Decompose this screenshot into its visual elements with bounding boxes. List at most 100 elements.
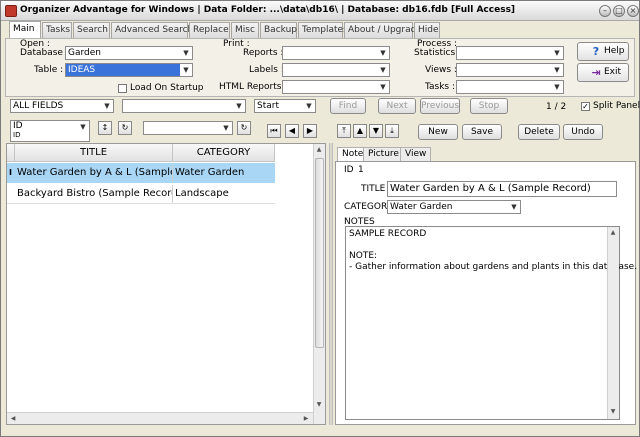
chevron-down-icon: ▼ — [554, 66, 560, 74]
tab-about-upgrade[interactable]: About / Upgrade — [344, 22, 422, 38]
tab-search[interactable]: Search — [73, 22, 110, 38]
new-button[interactable]: New — [418, 124, 458, 140]
filter-select[interactable]: ▼ — [143, 121, 233, 135]
chevron-down-icon: ▼ — [554, 49, 560, 57]
table-row[interactable]: I Water Garden by A & L (Sample Record) … — [7, 163, 275, 183]
statistics-label: Statistics : — [414, 48, 462, 58]
grid-cell-category: Landscape — [175, 188, 229, 199]
exit-button[interactable]: ⇥ Exit — [577, 63, 629, 82]
scroll-thumb[interactable] — [315, 158, 324, 348]
scroll-left-icon[interactable]: ◀ — [8, 414, 18, 424]
reports-select[interactable]: ▼ — [282, 46, 390, 60]
tab-picture[interactable]: Picture — [363, 147, 404, 161]
exit-icon: ⇥ — [591, 66, 601, 79]
move-top-icon[interactable]: ⤒ — [337, 124, 351, 138]
filter-refresh-icon[interactable]: ↻ — [237, 121, 251, 135]
title-bar: Organizer Advantage for Windows | Data F… — [1, 1, 639, 21]
labels-label: Labels : — [249, 65, 284, 75]
tab-backup[interactable]: Backup — [260, 22, 297, 38]
search-mode-select[interactable]: Start ▼ — [254, 99, 316, 113]
tab-advanced-search[interactable]: Advanced Search — [111, 22, 193, 38]
statistics-select[interactable]: ▼ — [456, 46, 564, 60]
close-icon[interactable]: × — [627, 5, 639, 17]
scroll-up-icon[interactable]: ▲ — [608, 228, 618, 238]
labels-select[interactable]: ▼ — [282, 63, 390, 77]
sort-direction-icon[interactable]: ↕ — [98, 121, 112, 135]
category-value: Water Garden — [390, 202, 453, 212]
id-label: ID — [344, 165, 354, 175]
category-select[interactable]: Water Garden ▼ — [387, 200, 521, 214]
title-input[interactable]: Water Garden by A & L (Sample Record) — [387, 181, 617, 197]
views-label: Views : — [425, 65, 457, 75]
database-value: Garden — [68, 48, 101, 58]
stop-button[interactable]: Stop — [470, 98, 508, 114]
find-button[interactable]: Find — [330, 98, 366, 114]
tab-tasks[interactable]: Tasks — [42, 22, 72, 38]
grid-header-category[interactable]: CATEGORY — [173, 144, 275, 162]
chevron-down-icon: ▼ — [104, 102, 110, 110]
main-toolbox: Open : Database : Garden ▼ Table : IDEAS… — [5, 38, 635, 97]
help-icon: ? — [592, 45, 600, 58]
table-select[interactable]: IDEAS ▼ — [65, 63, 193, 77]
html-reports-label: HTML Reports : — [219, 82, 288, 92]
tab-replace[interactable]: Replace — [189, 22, 230, 38]
tasks-select[interactable]: ▼ — [456, 80, 564, 94]
delete-button[interactable]: Delete — [518, 124, 560, 140]
tab-misc[interactable]: Misc — [231, 22, 259, 38]
grid-indicator-header — [7, 144, 15, 162]
title-field-label: TITLE — [361, 184, 386, 194]
grid-header-title[interactable]: TITLE — [15, 144, 173, 162]
category-field-label: CATEGORY — [344, 202, 393, 212]
tab-hide[interactable]: Hide — [414, 22, 440, 38]
move-bottom-icon[interactable]: ⤓ — [385, 124, 399, 138]
undo-button[interactable]: Undo — [563, 124, 603, 140]
notes-content: SAMPLE RECORD NOTE: - Gather information… — [349, 229, 637, 273]
notes-textarea[interactable]: SAMPLE RECORD NOTE: - Gather information… — [345, 226, 637, 420]
scroll-down-icon[interactable]: ▼ — [608, 407, 618, 417]
grid-cell-category: Water Garden — [175, 167, 245, 178]
panel-splitter[interactable] — [329, 143, 333, 425]
previous-button[interactable]: Previous — [420, 98, 460, 114]
load-on-startup-checkbox[interactable] — [118, 84, 127, 93]
split-panels-checkbox[interactable]: ✓ — [581, 102, 590, 111]
exit-button-label: Exit — [604, 67, 622, 77]
tab-main[interactable]: Main — [9, 21, 41, 38]
views-select[interactable]: ▼ — [456, 63, 564, 77]
chevron-down-icon: ▼ — [380, 83, 386, 91]
prev-record-icon[interactable]: ◀ — [285, 124, 299, 138]
tab-view[interactable]: View — [400, 147, 432, 161]
chevron-down-icon: ▼ — [223, 124, 229, 132]
next-button[interactable]: Next — [378, 98, 416, 114]
grid-vertical-scrollbar[interactable]: ▲ ▼ — [313, 144, 325, 424]
move-up-icon[interactable]: ▲ — [353, 124, 367, 138]
record-detail-panel: ID 1 TITLE Water Garden by A & L (Sample… — [335, 161, 637, 425]
refresh-icon[interactable]: ↻ — [118, 121, 132, 135]
table-row[interactable]: Backyard Bistro (Sample Record) Landscap… — [7, 184, 275, 204]
help-button[interactable]: ? Help — [577, 42, 629, 61]
load-on-startup-label: Load On Startup — [130, 83, 204, 93]
html-reports-select[interactable]: ▼ — [282, 80, 390, 94]
scroll-down-icon[interactable]: ▼ — [314, 400, 324, 410]
sort-field-select[interactable]: ID ID ▼ — [10, 120, 90, 142]
search-field-select[interactable]: ALL FIELDS ▼ — [10, 99, 114, 113]
save-button[interactable]: Save — [462, 124, 502, 140]
scroll-right-icon[interactable]: ▶ — [301, 414, 311, 424]
database-select[interactable]: Garden ▼ — [65, 46, 193, 60]
search-field-value: ALL FIELDS — [13, 101, 64, 111]
notes-scrollbar[interactable]: ▲ ▼ — [607, 227, 619, 419]
next-record-icon[interactable]: ▶ — [303, 124, 317, 138]
chevron-down-icon: ▼ — [180, 64, 192, 76]
search-text-input[interactable]: ▼ — [122, 99, 246, 113]
maximize-icon[interactable]: □ — [613, 5, 625, 17]
grid-horizontal-scrollbar[interactable]: ◀ ▶ — [7, 412, 313, 424]
tab-templates[interactable]: Templates — [298, 22, 348, 38]
table-value: IDEAS — [68, 65, 96, 75]
split-panels-label: Split Panels — [593, 101, 640, 111]
move-down-icon[interactable]: ▼ — [369, 124, 383, 138]
app-icon — [5, 5, 17, 17]
first-record-icon[interactable]: ⏮ — [267, 124, 281, 138]
database-label: Database : — [20, 48, 69, 58]
scroll-up-icon[interactable]: ▲ — [314, 145, 324, 155]
chevron-down-icon: ▼ — [183, 49, 189, 57]
minimize-icon[interactable]: – — [599, 5, 611, 17]
